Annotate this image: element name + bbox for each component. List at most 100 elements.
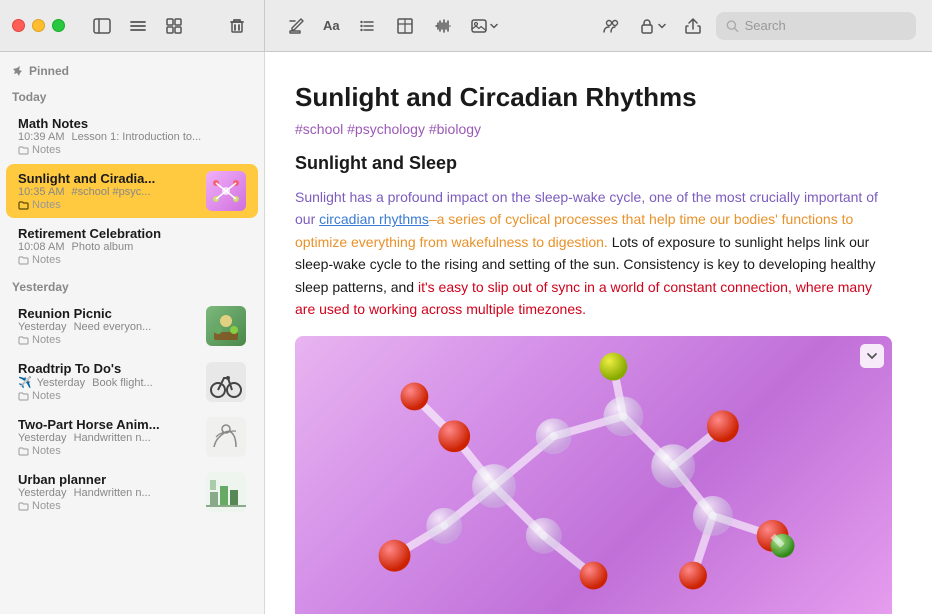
folder-icon bbox=[18, 446, 29, 457]
note-info: Math Notes 10:39 AM Lesson 1: Introducti… bbox=[18, 116, 246, 156]
note-preview: Handwritten n... bbox=[74, 432, 151, 444]
note-folder: Notes bbox=[32, 334, 61, 346]
note-info: Sunlight and Ciradia... 10:35 AM #school… bbox=[18, 171, 198, 211]
note-thumbnail-horse bbox=[206, 417, 246, 457]
pinned-label: Pinned bbox=[29, 64, 69, 78]
note-preview: Photo album bbox=[72, 241, 134, 253]
fullscreen-button[interactable] bbox=[52, 19, 65, 32]
note-time: 10:39 AM bbox=[18, 131, 64, 143]
note-title: Reunion Picnic bbox=[18, 306, 198, 321]
note-item-roadtrip[interactable]: Roadtrip To Do's ✈️ Yesterday Book fligh… bbox=[6, 354, 258, 409]
note-footer: Notes bbox=[18, 144, 246, 156]
trash-icon bbox=[228, 17, 246, 35]
note-toolbar: Aa bbox=[265, 11, 932, 41]
note-thumbnail-roadtrip bbox=[206, 362, 246, 402]
section-yesterday: Yesterday bbox=[0, 274, 264, 298]
note-folder: Notes bbox=[32, 254, 61, 266]
note-preview: Handwritten n... bbox=[74, 487, 151, 499]
note-footer: Notes bbox=[18, 445, 198, 457]
folder-icon bbox=[18, 145, 29, 156]
list-view-button[interactable] bbox=[123, 11, 153, 41]
checklist-button[interactable] bbox=[352, 11, 382, 41]
search-input[interactable] bbox=[745, 18, 906, 33]
section-today: Today bbox=[0, 84, 264, 108]
minimize-button[interactable] bbox=[32, 19, 45, 32]
delete-button[interactable] bbox=[222, 11, 252, 41]
note-item-sunlight[interactable]: Sunlight and Ciradia... 10:35 AM #school… bbox=[6, 164, 258, 218]
note-info: Retirement Celebration 10:08 AM Photo al… bbox=[18, 226, 246, 266]
lock-button[interactable] bbox=[634, 11, 670, 41]
folder-icon bbox=[18, 501, 29, 512]
collaborate-button[interactable] bbox=[596, 11, 626, 41]
folder-icon bbox=[18, 335, 29, 346]
note-footer: Notes bbox=[18, 500, 198, 512]
traffic-lights bbox=[12, 19, 65, 32]
note-time: Yesterday bbox=[18, 432, 67, 444]
note-footer: Notes bbox=[18, 199, 198, 211]
pinned-section: Pinned bbox=[0, 60, 264, 84]
new-note-button[interactable] bbox=[281, 11, 311, 41]
note-thumbnail-urban bbox=[206, 472, 246, 512]
lock-icon bbox=[638, 17, 656, 35]
note-item-urban[interactable]: Urban planner Yesterday Handwritten n...… bbox=[6, 465, 258, 519]
lock-chevron-icon bbox=[658, 22, 666, 30]
close-button[interactable] bbox=[12, 19, 25, 32]
main-area: Pinned Today Math Notes 10:39 AM Lesson … bbox=[0, 52, 932, 614]
note-folder: Notes bbox=[32, 500, 61, 512]
toggle-sidebar-button[interactable] bbox=[87, 11, 117, 41]
note-item-math[interactable]: Math Notes 10:39 AM Lesson 1: Introducti… bbox=[6, 109, 258, 163]
search-box[interactable] bbox=[716, 12, 916, 40]
table-icon bbox=[396, 17, 414, 35]
note-folder: Notes bbox=[32, 199, 61, 211]
note-footer: Notes bbox=[18, 390, 198, 402]
window-toolbar: Aa bbox=[0, 0, 932, 52]
chevron-down-icon bbox=[866, 350, 878, 362]
note-time: 10:08 AM bbox=[18, 241, 64, 253]
table-button[interactable] bbox=[390, 11, 420, 41]
note-subtitle: Sunlight and Sleep bbox=[295, 153, 892, 174]
format-button[interactable]: Aa bbox=[319, 11, 344, 41]
checklist-icon bbox=[358, 17, 376, 35]
sidebar-toolbar bbox=[0, 0, 265, 51]
note-preview: Book flight... bbox=[92, 377, 153, 389]
sidebar: Pinned Today Math Notes 10:39 AM Lesson … bbox=[0, 52, 265, 614]
note-title: Two-Part Horse Anim... bbox=[18, 417, 198, 432]
note-folder: Notes bbox=[32, 144, 61, 156]
note-title: Math Notes bbox=[18, 116, 246, 131]
share-button[interactable] bbox=[678, 11, 708, 41]
note-item-reunion[interactable]: Reunion Picnic Yesterday Need everyon...… bbox=[6, 299, 258, 353]
note-title: Roadtrip To Do's bbox=[18, 361, 198, 376]
note-item-retirement[interactable]: Retirement Celebration 10:08 AM Photo al… bbox=[6, 219, 258, 273]
note-main-title: Sunlight and Circadian Rhythms bbox=[295, 82, 892, 113]
grid-view-button[interactable] bbox=[159, 11, 189, 41]
compose-icon bbox=[287, 17, 305, 35]
note-meta: Yesterday Need everyon... bbox=[18, 321, 198, 333]
sidebar-icon bbox=[93, 17, 111, 35]
urban-thumb bbox=[206, 472, 246, 512]
expand-image-button[interactable] bbox=[860, 344, 884, 368]
note-info: Reunion Picnic Yesterday Need everyon...… bbox=[18, 306, 198, 346]
note-footer: Notes bbox=[18, 254, 246, 266]
chevron-down-icon bbox=[490, 22, 498, 30]
audio-button[interactable] bbox=[428, 11, 458, 41]
molecule-thumb-svg bbox=[206, 171, 246, 211]
note-title: Retirement Celebration bbox=[18, 226, 246, 241]
molecule-image bbox=[295, 336, 892, 614]
note-item-horse[interactable]: Two-Part Horse Anim... Yesterday Handwri… bbox=[6, 410, 258, 464]
share-icon bbox=[684, 17, 702, 35]
note-folder: Notes bbox=[32, 445, 61, 457]
note-preview: Need everyon... bbox=[74, 321, 152, 333]
note-tags: #school #psychology #biology bbox=[295, 121, 892, 137]
collaborate-icon bbox=[602, 17, 620, 35]
horse-thumb bbox=[206, 417, 246, 457]
note-footer: Notes bbox=[18, 334, 198, 346]
search-icon bbox=[726, 19, 739, 33]
note-info: Urban planner Yesterday Handwritten n...… bbox=[18, 472, 198, 512]
note-body: Sunlight has a profound impact on the sl… bbox=[295, 186, 892, 320]
note-meta: ✈️ Yesterday Book flight... bbox=[18, 376, 198, 389]
note-folder: Notes bbox=[32, 390, 61, 402]
note-time: 10:35 AM bbox=[18, 186, 64, 198]
media-button[interactable] bbox=[466, 11, 502, 41]
note-thumbnail bbox=[206, 171, 246, 211]
pin-icon bbox=[12, 65, 24, 77]
